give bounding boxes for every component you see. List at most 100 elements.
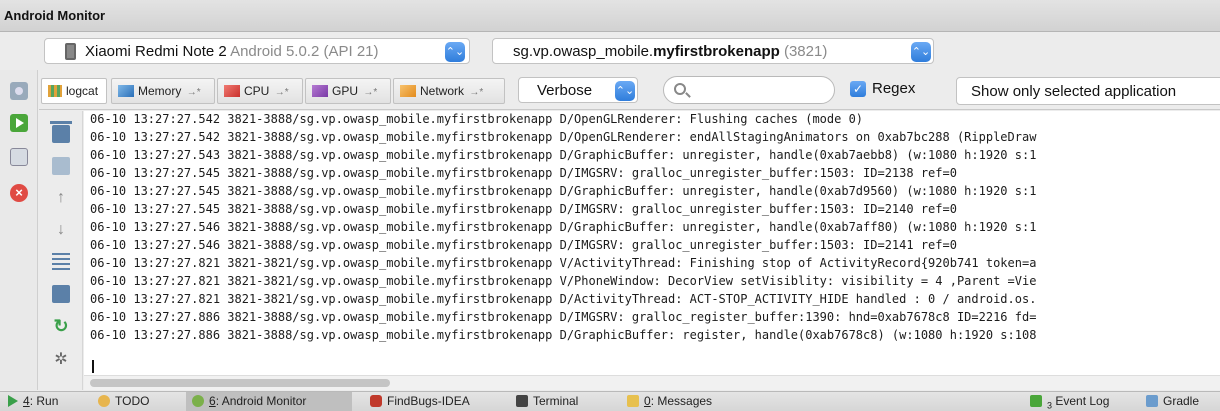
terminate-icon[interactable]: × bbox=[10, 184, 28, 202]
log-line: 06-10 13:27:27.546 3821-3888/sg.vp.owasp… bbox=[90, 220, 1037, 234]
process-stepper-icon[interactable]: ⌃⌄ bbox=[911, 42, 931, 62]
title-bar: Android Monitor bbox=[0, 0, 1220, 32]
tab-cpu-label: CPU bbox=[244, 84, 270, 98]
text-cursor bbox=[92, 360, 94, 373]
log-level-select[interactable]: Verbose ⌃⌄ bbox=[518, 77, 638, 103]
log-level-stepper-icon[interactable]: ⌃⌄ bbox=[615, 81, 635, 101]
log-line: 06-10 13:27:27.545 3821-3888/sg.vp.owasp… bbox=[90, 184, 1037, 198]
findbugs-icon bbox=[370, 395, 382, 407]
android-monitor-tool-button[interactable]: 6: Android Monitor bbox=[186, 392, 352, 411]
tab-logcat-label: logcat bbox=[66, 84, 99, 98]
messages-label: : Messages bbox=[650, 394, 713, 408]
checkbox-check-icon[interactable]: ✓ bbox=[850, 81, 866, 97]
horizontal-scrollbar[interactable] bbox=[84, 375, 1220, 390]
logcat-side-toolbar: ↑ ↓ ↻ ✲ bbox=[39, 111, 83, 390]
messages-tool-button[interactable]: 0: Messages bbox=[627, 392, 712, 411]
messages-shortcut: 0 bbox=[644, 394, 651, 408]
log-line: 06-10 13:27:27.542 3821-3888/sg.vp.owasp… bbox=[90, 112, 864, 126]
run-label: : Run bbox=[29, 394, 59, 408]
device-name: Xiaomi Redmi Note 2 bbox=[85, 43, 227, 60]
event-log-label: Event Log bbox=[1055, 394, 1110, 408]
restart-icon[interactable]: ↻ bbox=[52, 317, 70, 335]
window-title: Android Monitor bbox=[4, 8, 106, 23]
tab-gpu-arrow-icon: →* bbox=[363, 87, 378, 98]
event-log-tool-button[interactable]: 3 Event Log bbox=[1030, 392, 1109, 411]
clear-logcat-icon[interactable] bbox=[50, 121, 72, 143]
run-play-icon bbox=[8, 395, 18, 407]
tab-cpu-arrow-icon: →* bbox=[274, 87, 289, 98]
event-log-icon bbox=[1030, 395, 1042, 407]
tab-network[interactable]: Network →* bbox=[393, 78, 505, 104]
tab-memory-arrow-icon: →* bbox=[186, 87, 201, 98]
todo-tool-button[interactable]: TODO bbox=[98, 392, 149, 411]
run-tool-button[interactable]: 4: Run bbox=[8, 392, 58, 411]
search-icon bbox=[674, 83, 686, 95]
tab-network-label: Network bbox=[420, 84, 465, 98]
memory-icon bbox=[118, 85, 134, 97]
scroll-to-end-icon[interactable] bbox=[52, 157, 70, 175]
process-label: sg.vp.owasp_mobile.myfirstbrokenapp (382… bbox=[513, 43, 827, 60]
logcat-output[interactable]: 06-10 13:27:27.542 3821-3888/sg.vp.owasp… bbox=[84, 111, 1220, 375]
android-monitor-shortcut: 6 bbox=[209, 394, 216, 408]
tab-gpu-label: GPU bbox=[332, 84, 359, 98]
left-tool-strip: × bbox=[0, 70, 38, 390]
search-field[interactable] bbox=[663, 76, 835, 104]
todo-label: TODO bbox=[115, 394, 150, 408]
tab-logcat[interactable]: logcat bbox=[41, 78, 107, 104]
tab-cpu[interactable]: CPU →* bbox=[217, 78, 303, 104]
tab-network-arrow-icon: →* bbox=[469, 87, 484, 98]
log-line: 06-10 13:27:27.821 3821-3821/sg.vp.owasp… bbox=[90, 274, 1037, 288]
log-line: 06-10 13:27:27.546 3821-3888/sg.vp.owasp… bbox=[90, 238, 957, 252]
search-input[interactable] bbox=[692, 81, 826, 99]
soft-wrap-icon[interactable] bbox=[52, 253, 70, 271]
log-line: 06-10 13:27:27.545 3821-3888/sg.vp.owasp… bbox=[90, 166, 957, 180]
run-shortcut: 4 bbox=[23, 394, 30, 408]
print-icon[interactable] bbox=[52, 285, 70, 303]
log-line: 06-10 13:27:27.545 3821-3888/sg.vp.owasp… bbox=[90, 202, 957, 216]
android-icon bbox=[192, 395, 204, 407]
down-arrow-icon[interactable]: ↓ bbox=[52, 221, 70, 239]
screen-capture-icon[interactable] bbox=[10, 82, 28, 100]
event-log-count: 3 bbox=[1047, 400, 1053, 411]
device-label: Xiaomi Redmi Note 2 Android 5.0.2 (API 2… bbox=[85, 43, 379, 60]
scrollbar-thumb[interactable] bbox=[90, 379, 390, 387]
process-selector[interactable]: sg.vp.owasp_mobile.myfirstbrokenapp (382… bbox=[492, 38, 934, 64]
terminal-tool-button[interactable]: Terminal bbox=[516, 392, 578, 411]
log-line: 06-10 13:27:27.542 3821-3888/sg.vp.owasp… bbox=[90, 130, 1037, 144]
tab-gpu[interactable]: GPU →* bbox=[305, 78, 391, 104]
device-stepper-icon[interactable]: ⌃⌄ bbox=[445, 42, 465, 62]
cpu-icon bbox=[224, 85, 240, 97]
gradle-tool-button[interactable]: Gradle bbox=[1146, 392, 1199, 411]
run-icon[interactable] bbox=[10, 114, 28, 132]
findbugs-label: FindBugs-IDEA bbox=[387, 394, 470, 408]
log-line: 06-10 13:27:27.821 3821-3821/sg.vp.owasp… bbox=[90, 256, 1037, 270]
process-prefix: sg.vp.owasp_mobile. bbox=[513, 43, 654, 60]
log-line: 06-10 13:27:27.886 3821-3888/sg.vp.owasp… bbox=[90, 310, 1037, 324]
selector-row: Xiaomi Redmi Note 2 Android 5.0.2 (API 2… bbox=[0, 33, 1220, 69]
log-line: 06-10 13:27:27.821 3821-3821/sg.vp.owasp… bbox=[90, 292, 1037, 306]
gradle-icon bbox=[1146, 395, 1158, 407]
logcat-icon bbox=[48, 85, 62, 97]
filter-value: Show only selected application bbox=[971, 83, 1177, 100]
gpu-icon bbox=[312, 85, 328, 97]
tab-memory-label: Memory bbox=[138, 84, 182, 98]
tab-memory[interactable]: Memory →* bbox=[111, 78, 215, 104]
tool-window-bar: 4: Run TODO 6: Android Monitor FindBugs-… bbox=[0, 391, 1220, 411]
android-monitor-label: : Android Monitor bbox=[215, 394, 307, 408]
log-line: 06-10 13:27:27.886 3821-3888/sg.vp.owasp… bbox=[90, 328, 1037, 342]
layout-inspector-icon[interactable] bbox=[10, 148, 28, 166]
terminal-icon bbox=[516, 395, 528, 407]
messages-icon bbox=[627, 395, 639, 407]
network-icon bbox=[400, 85, 416, 97]
filter-select[interactable]: Show only selected application bbox=[956, 77, 1220, 105]
regex-label: Regex bbox=[872, 80, 916, 97]
settings-icon[interactable]: ✲ bbox=[52, 351, 70, 369]
up-arrow-icon[interactable]: ↑ bbox=[52, 189, 70, 207]
phone-icon bbox=[65, 43, 76, 60]
process-pid: (3821) bbox=[783, 43, 828, 60]
process-app-name: myfirstbrokenapp bbox=[653, 43, 780, 60]
monitor-toolbar: logcat Memory →* CPU →* GPU →* Network →… bbox=[39, 70, 1220, 110]
findbugs-tool-button[interactable]: FindBugs-IDEA bbox=[370, 392, 470, 411]
log-level-value: Verbose bbox=[537, 82, 593, 99]
device-selector[interactable]: Xiaomi Redmi Note 2 Android 5.0.2 (API 2… bbox=[44, 38, 470, 64]
